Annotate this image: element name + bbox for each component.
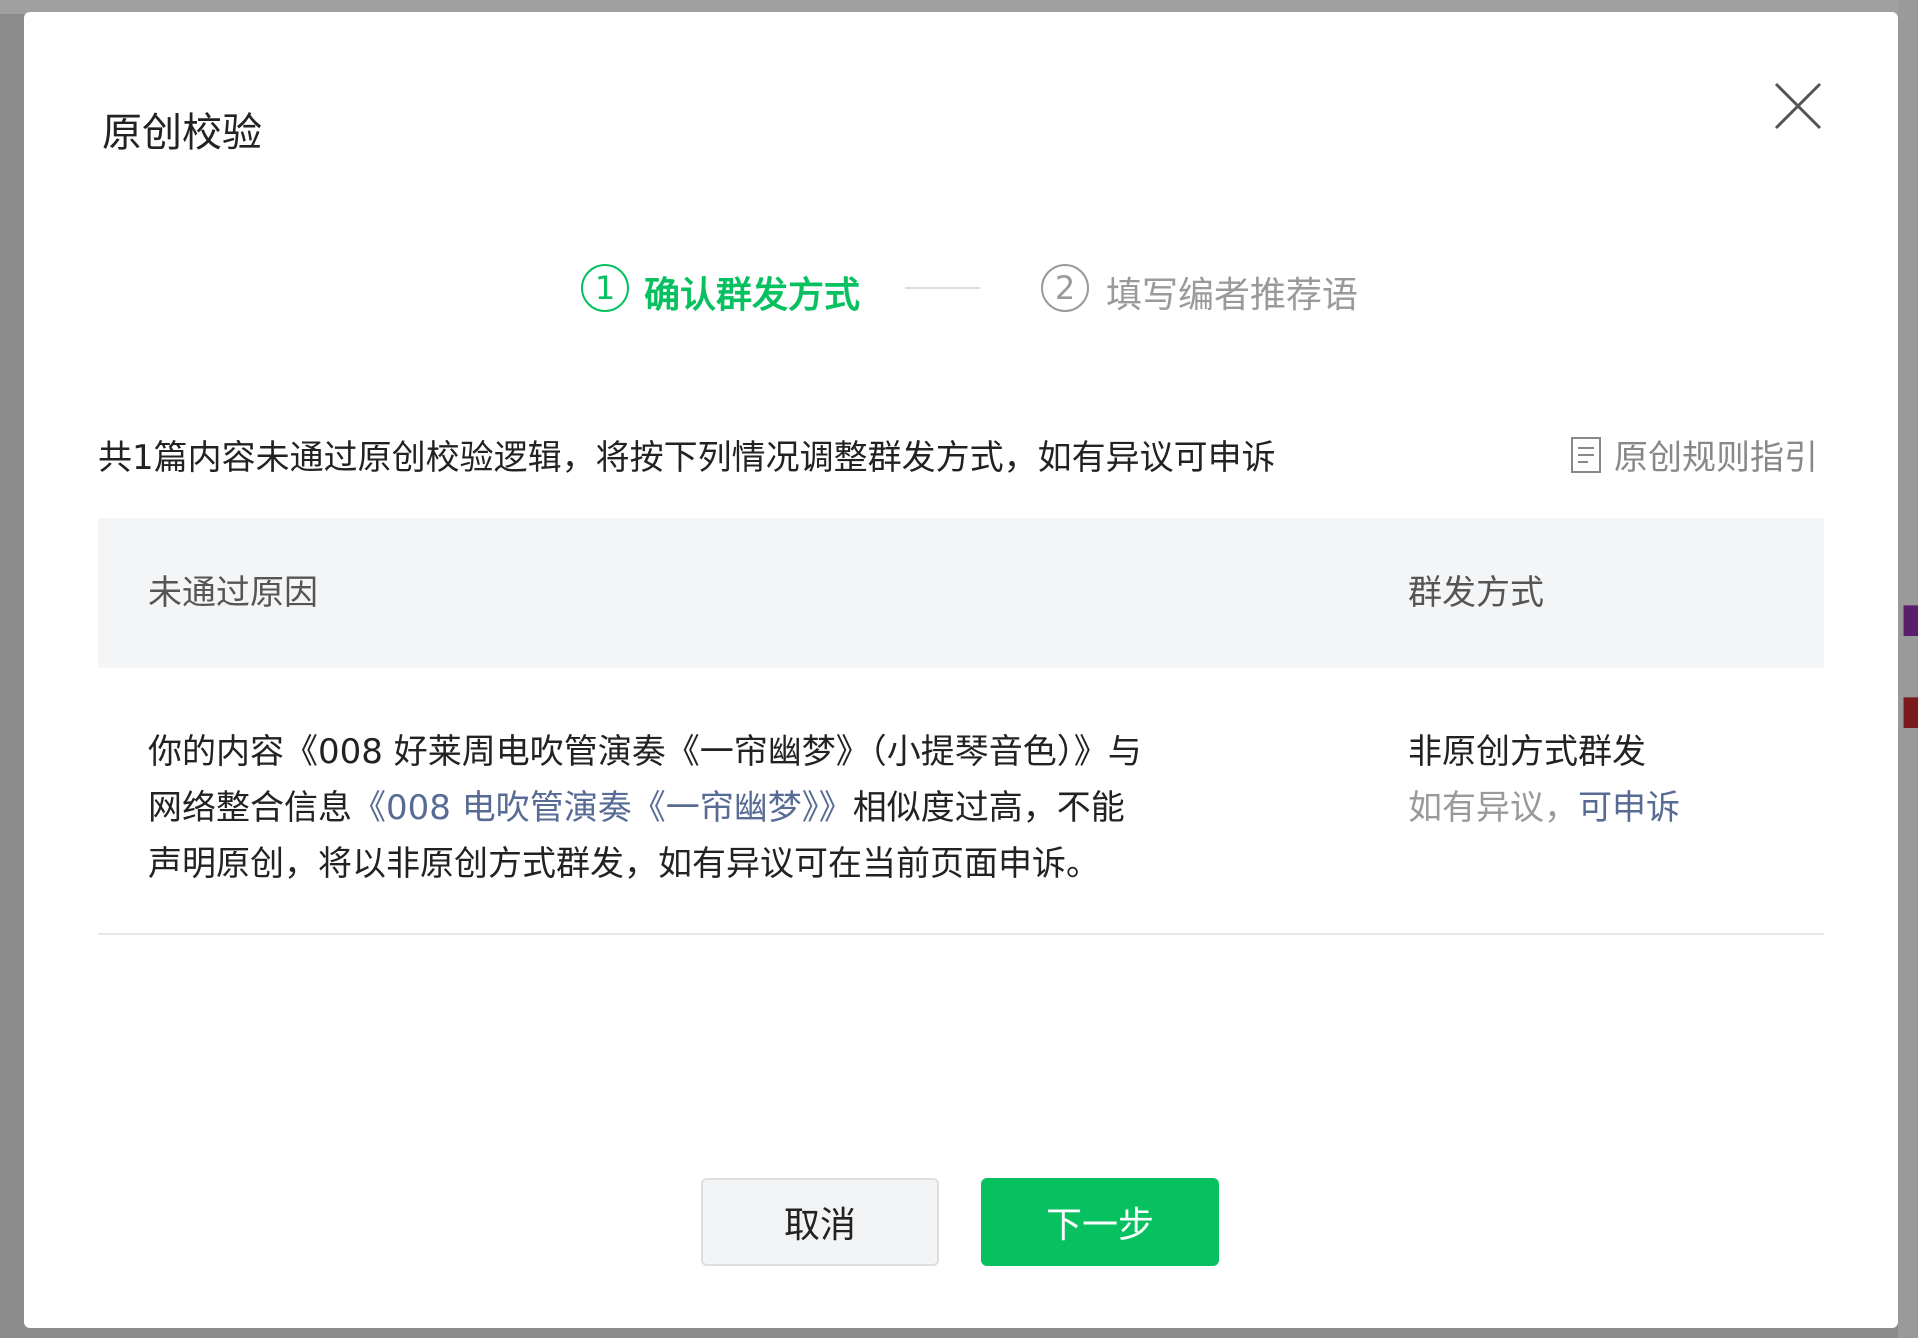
dispute-line: 如有异议，可申诉 — [1408, 780, 1680, 836]
failure-table: 未通过原因 群发方式 你的内容《008 好莱周电吹管演奏《一帘幽梦》（小提琴音色… — [98, 518, 1824, 935]
header-method: 群发方式 — [1408, 573, 1544, 613]
step-label: 填写编者推荐语 — [1106, 275, 1359, 316]
document-icon — [1571, 436, 1601, 473]
table-row: 你的内容《008 好莱周电吹管演奏《一帘幽梦》（小提琴音色）》与网络整合信息《0… — [98, 668, 1824, 935]
publish-method: 非原创方式群发 — [1408, 732, 1646, 772]
next-step-button[interactable]: 下一步 — [981, 1178, 1219, 1266]
original-check-dialog: 原创校验 1 确认群发方式 2 填写编者推荐语 共1篇内容未通过原创校验逻辑，将… — [24, 12, 1898, 1328]
close-icon — [1774, 82, 1822, 130]
dispute-prefix: 如有异议， — [1408, 788, 1578, 828]
dialog-title: 原创校验 — [102, 110, 262, 156]
similar-content-link[interactable]: 《008 电吹管演奏《一帘幽梦》》 — [352, 788, 853, 828]
appeal-link[interactable]: 可申诉 — [1578, 788, 1680, 828]
notice-text: 共1篇内容未通过原创校验逻辑，将按下列情况调整群发方式，如有异议可申诉 — [98, 438, 1276, 478]
step-number: 2 — [1041, 264, 1089, 312]
method-cell: 非原创方式群发 如有异议，可申诉 — [1408, 724, 1680, 836]
step-divider — [905, 287, 980, 289]
background-editor-edge — [1898, 0, 1918, 1338]
reason-cell: 你的内容《008 好莱周电吹管演奏《一帘幽梦》（小提琴音色）》与网络整合信息《0… — [148, 724, 1158, 892]
guide-link-label: 原创规则指引 — [1614, 438, 1818, 478]
step-number: 1 — [581, 264, 629, 312]
step-indicator: 1 确认群发方式 2 填写编者推荐语 — [24, 252, 1898, 322]
step-label: 确认群发方式 — [644, 275, 861, 316]
background-fragment: ■ — [1900, 598, 1918, 638]
cancel-button[interactable]: 取消 — [701, 1178, 939, 1266]
close-button[interactable] — [1768, 76, 1828, 136]
original-rules-guide-link[interactable]: 原创规则指引 — [1570, 430, 1818, 479]
header-reason: 未通过原因 — [148, 573, 318, 613]
table-header: 未通过原因 群发方式 — [98, 518, 1824, 668]
background-fragment: ■ — [1900, 690, 1918, 730]
